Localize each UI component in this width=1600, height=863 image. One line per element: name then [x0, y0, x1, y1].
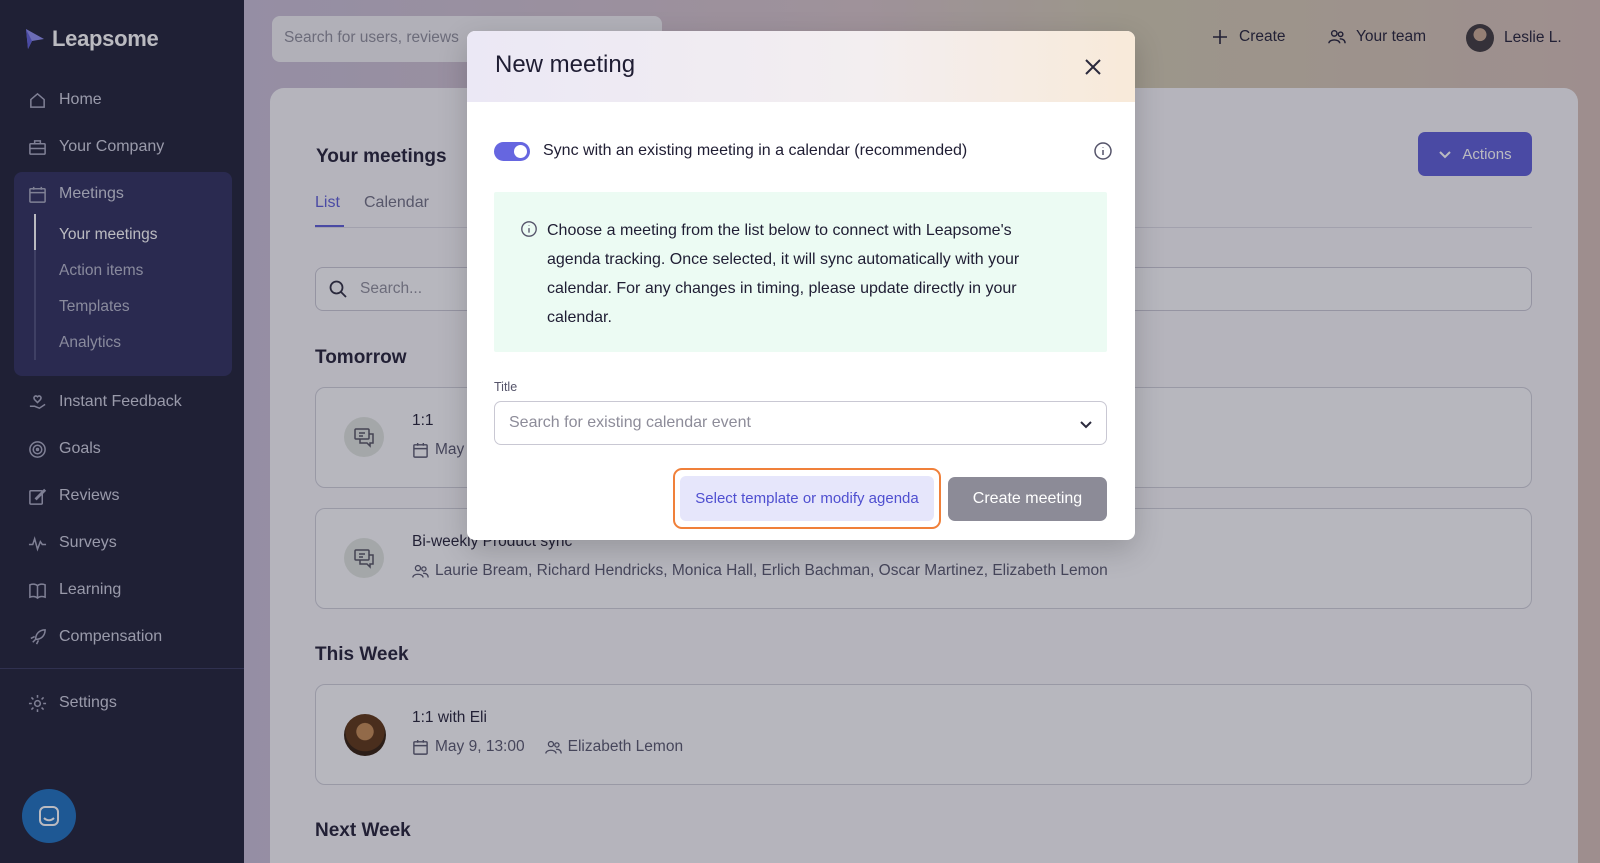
toggle-knob — [514, 145, 527, 158]
calendar-event-select[interactable]: Search for existing calendar event — [494, 401, 1107, 445]
chevron-down-icon — [1080, 421, 1092, 429]
calendar-sync-label: Sync with an existing meeting in a calen… — [543, 142, 968, 159]
notice-text: Choose a meeting from the list below to … — [547, 222, 1020, 326]
create-meeting-button[interactable]: Create meeting — [948, 477, 1107, 521]
select-template-button[interactable]: Select template or modify agenda — [680, 476, 934, 521]
close-button[interactable] — [1079, 53, 1107, 81]
sync-notice: Choose a meeting from the list below to … — [494, 192, 1107, 352]
info-icon[interactable] — [1093, 141, 1113, 161]
info-circle-icon — [1094, 142, 1112, 160]
info-circle-icon — [521, 221, 537, 237]
info-icon — [520, 220, 538, 238]
title-field-label: Title — [494, 380, 518, 394]
select-placeholder: Search for existing calendar event — [509, 414, 751, 431]
new-meeting-modal: New meeting Sync with an existing meetin… — [467, 31, 1135, 540]
modal-title: New meeting — [495, 51, 636, 78]
calendar-sync-toggle[interactable] — [494, 142, 530, 161]
close-icon — [1085, 59, 1101, 75]
